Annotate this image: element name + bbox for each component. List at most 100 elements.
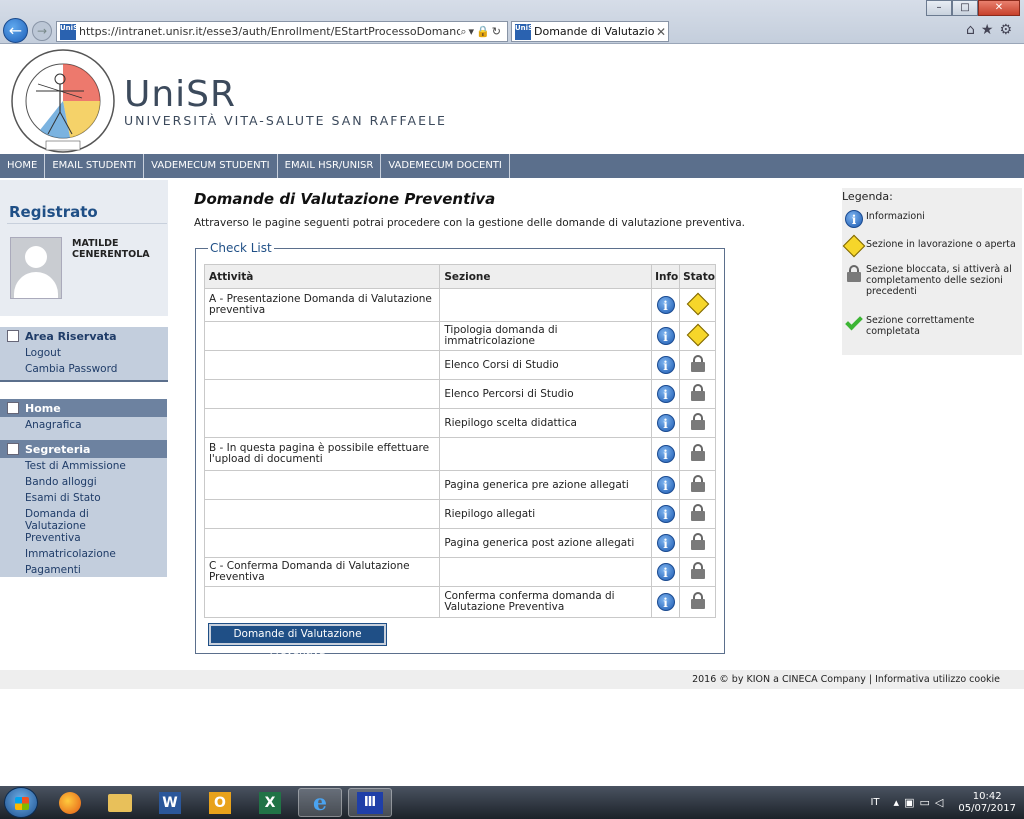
- stato-cell: [679, 379, 716, 409]
- attivita-cell: B - In questa pagina è possibile effettu…: [203, 437, 441, 471]
- clock[interactable]: 10:42 05/07/2017: [958, 791, 1016, 815]
- info-icon[interactable]: i: [656, 414, 675, 432]
- window-controls: – □ ✕: [926, 0, 1020, 16]
- sezione-cell: Pagina generica pre azione allegati: [439, 470, 653, 500]
- gear-icon[interactable]: ⚙: [999, 22, 1018, 38]
- word-taskbar-icon[interactable]: W: [148, 788, 192, 817]
- monitor-icon[interactable]: ▭: [919, 796, 934, 809]
- attivita-cell: [203, 470, 441, 500]
- sezione-cell: Elenco Percorsi di Studio: [439, 379, 653, 409]
- search-icon[interactable]: ⌕: [460, 25, 468, 38]
- area-riservata-header[interactable]: Area Riservata: [0, 327, 168, 345]
- legend-item: Sezione correttamente completata: [842, 312, 1016, 337]
- info-icon[interactable]: i: [656, 593, 675, 611]
- browser-tab[interactable]: UniSR Domande di Valutazione Pr... ✕: [511, 21, 669, 42]
- immatricolazione-link[interactable]: Immatricolazione: [0, 546, 167, 562]
- nav-home[interactable]: HOME: [0, 154, 46, 178]
- browser-chrome: – □ ✕ ← → UniSR https://intranet.unisr.i…: [0, 0, 1024, 44]
- table-row: C - Conferma Domanda di Valutazione Prev…: [203, 557, 716, 587]
- stato-cell: [679, 350, 716, 380]
- excel-taskbar-icon[interactable]: X: [248, 788, 292, 817]
- windows-logo-icon: [15, 797, 29, 810]
- sezione-cell: [439, 437, 653, 471]
- segreteria-menu-header[interactable]: Segreteria: [0, 440, 167, 458]
- explorer-folder-taskbar-icon[interactable]: [98, 788, 142, 817]
- address-url[interactable]: https://intranet.unisr.it/esse3/auth/Enr…: [79, 25, 460, 38]
- info-icon[interactable]: i: [656, 296, 675, 314]
- chevron-up-icon[interactable]: ▴: [894, 796, 905, 809]
- stato-cell: [679, 321, 716, 351]
- bando-alloggi-link[interactable]: Bando alloggi: [0, 474, 167, 490]
- lock-icon: [690, 475, 705, 492]
- refresh-icon[interactable]: ↻: [492, 25, 503, 38]
- sezione-cell: Conferma conferma domanda di Valutazione…: [439, 586, 653, 618]
- nav-vademecum-docenti[interactable]: VADEMECUM DOCENTI: [381, 154, 510, 178]
- footer-text[interactable]: 2016 © by KION a CINECA Company | Inform…: [692, 674, 1000, 685]
- attivita-cell: [203, 499, 441, 529]
- back-button[interactable]: ←: [3, 18, 28, 43]
- forward-button[interactable]: →: [32, 21, 52, 41]
- col-attivita: Attività: [203, 264, 441, 289]
- warning-icon[interactable]: [686, 323, 709, 346]
- language-indicator[interactable]: IT: [870, 797, 879, 808]
- firefox-taskbar-icon[interactable]: [48, 788, 92, 817]
- checkbox-icon: [7, 402, 19, 414]
- domande-valutazione-button[interactable]: Domande di Valutazione Preventiva: [208, 623, 387, 657]
- nav-email-hsr-unisr[interactable]: EMAIL HSR/UNISR: [278, 154, 382, 178]
- network-icon[interactable]: ▣: [904, 796, 919, 809]
- nav-vademecum-studenti[interactable]: VADEMECUM STUDENTI: [144, 154, 278, 178]
- info-cell: i: [651, 379, 681, 409]
- attivita-cell: C - Conferma Domanda di Valutazione Prev…: [203, 557, 441, 587]
- minimize-button[interactable]: –: [926, 0, 952, 16]
- esami-di-stato-link[interactable]: Esami di Stato: [0, 490, 167, 506]
- outlook-taskbar-icon[interactable]: O: [198, 788, 242, 817]
- home-menu-header[interactable]: Home: [0, 399, 167, 417]
- star-icon[interactable]: ★: [981, 22, 1000, 38]
- brand-subtitle: UNIVERSITÀ VITA-SALUTE SAN RAFFAELE: [124, 113, 447, 128]
- warning-icon[interactable]: [686, 292, 709, 315]
- sezione-cell: Elenco Corsi di Studio: [439, 350, 653, 380]
- nav-email-studenti[interactable]: EMAIL STUDENTI: [45, 154, 145, 178]
- cambia-password-link[interactable]: Cambia Password: [0, 361, 168, 377]
- anagrafica-link[interactable]: Anagrafica: [0, 417, 167, 433]
- logout-link[interactable]: Logout: [0, 345, 168, 361]
- top-navigation: HOME EMAIL STUDENTI VADEMECUM STUDENTI E…: [0, 154, 1024, 178]
- home-icon[interactable]: ⌂: [966, 22, 981, 38]
- speaker-icon[interactable]: ◁: [935, 796, 948, 809]
- table-row: Conferma conferma domanda di Valutazione…: [203, 586, 716, 618]
- info-icon[interactable]: i: [656, 327, 675, 345]
- table-header-row: Attività Sezione Info Stato: [203, 264, 716, 289]
- close-button[interactable]: ✕: [978, 0, 1020, 16]
- info-icon[interactable]: i: [656, 476, 675, 494]
- info-icon[interactable]: i: [656, 445, 675, 463]
- brand-name: UniSR: [124, 74, 237, 115]
- internet-explorer-taskbar-icon[interactable]: e: [298, 788, 342, 817]
- browser-toolbar-icons: ⌂★⚙: [966, 22, 1018, 38]
- lock-icon: [690, 562, 705, 579]
- info-cell: i: [651, 350, 681, 380]
- warning-icon: [842, 234, 866, 258]
- domanda-valutazione-link[interactable]: Domanda di Valutazione Preventiva: [0, 506, 140, 546]
- tab-close-icon[interactable]: ✕: [654, 25, 668, 39]
- maximize-button[interactable]: □: [952, 0, 978, 16]
- info-icon[interactable]: i: [656, 356, 675, 374]
- info-cell: i: [651, 557, 681, 587]
- start-button[interactable]: [4, 787, 38, 818]
- info-icon[interactable]: i: [656, 534, 675, 552]
- info-icon[interactable]: i: [656, 505, 675, 523]
- stato-cell: [679, 557, 716, 587]
- info-icon[interactable]: i: [656, 385, 675, 403]
- address-bar[interactable]: UniSR https://intranet.unisr.it/esse3/au…: [56, 21, 508, 42]
- test-ammissione-link[interactable]: Test di Ammissione: [0, 458, 167, 474]
- dropdown-icon[interactable]: ▾: [469, 25, 477, 38]
- attivita-cell: [203, 408, 441, 438]
- table-row: Elenco Corsi di Studio i: [203, 350, 716, 380]
- info-icon[interactable]: i: [656, 563, 675, 581]
- address-tools[interactable]: ⌕▾🔒↻: [460, 25, 507, 39]
- tray-icons[interactable]: ▴▣▭◁: [894, 796, 949, 809]
- user-last-name: CENERENTOLA: [72, 249, 150, 260]
- pagamenti-link[interactable]: Pagamenti: [0, 562, 167, 578]
- stato-cell: [679, 470, 716, 500]
- unisr-app-taskbar-icon[interactable]: Ⅲ: [348, 788, 392, 817]
- attivita-cell: [203, 350, 441, 380]
